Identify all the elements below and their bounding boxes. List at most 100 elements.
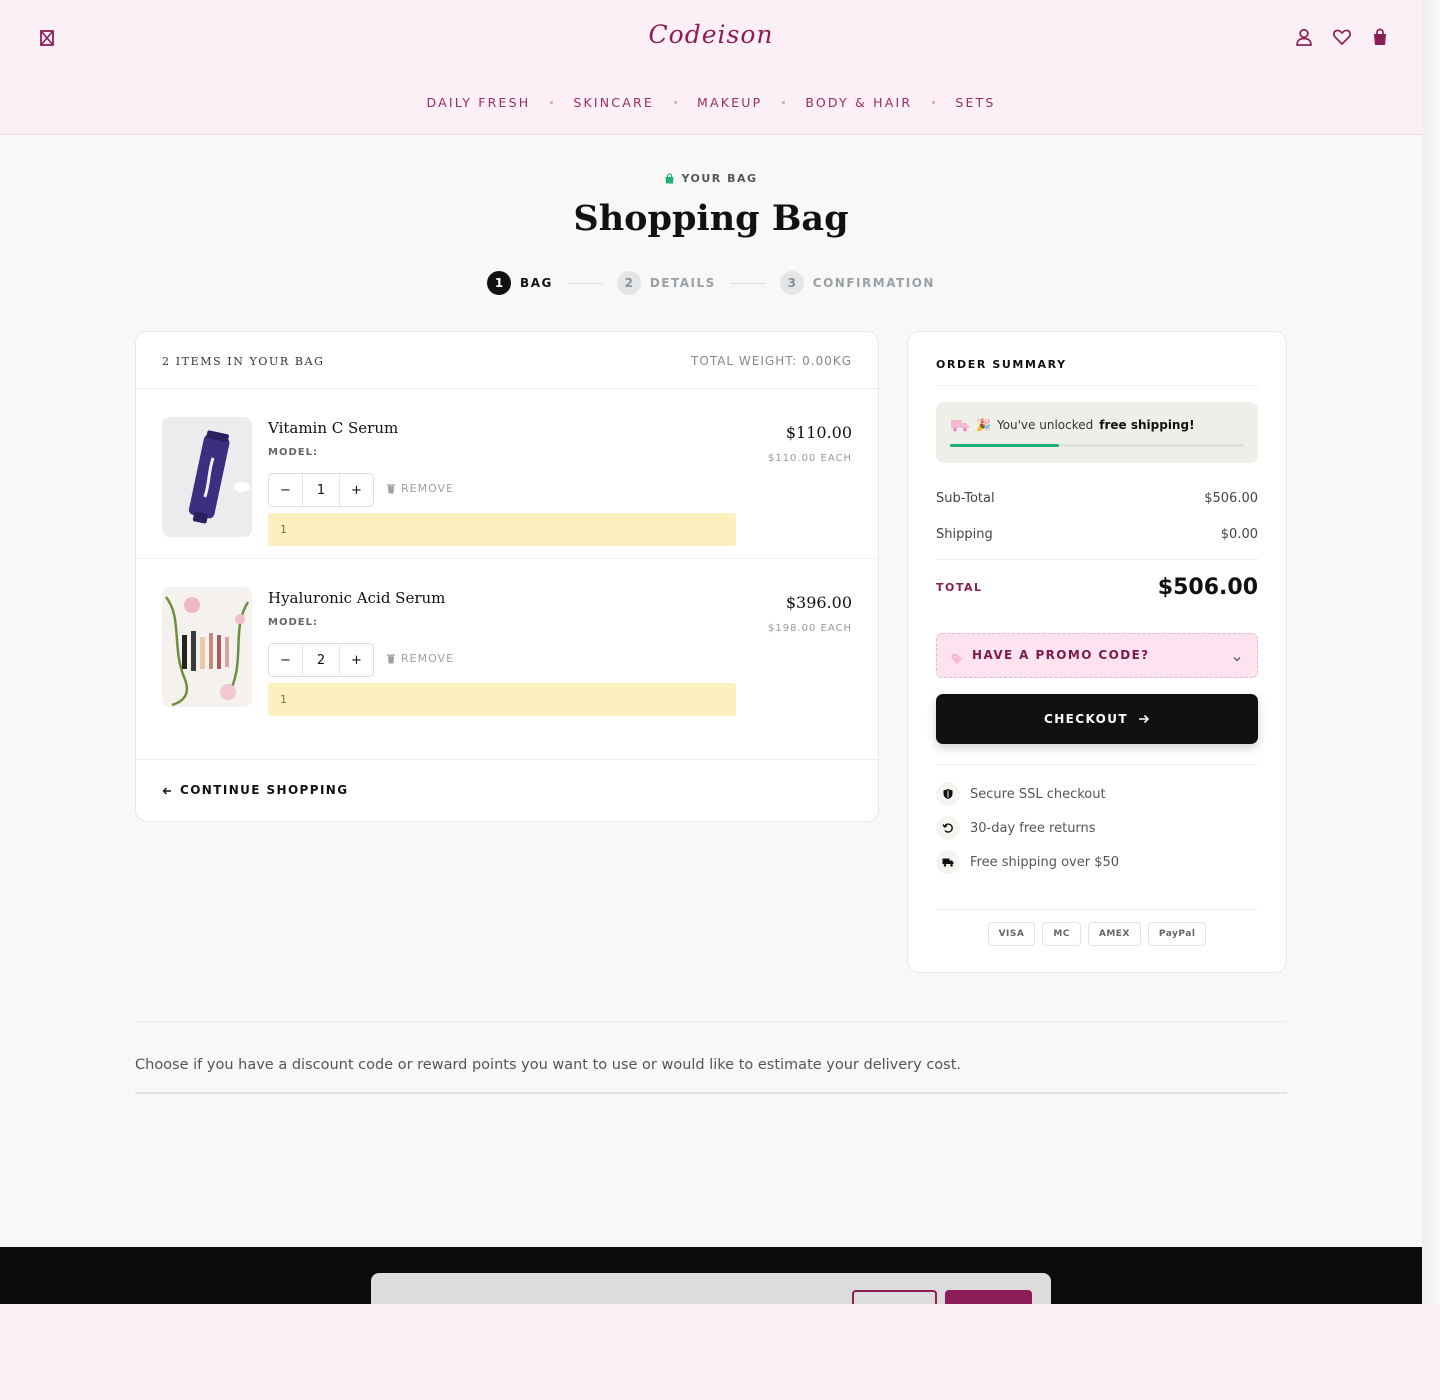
divider [936, 559, 1258, 560]
free-shipping-text: You've unlocked [996, 418, 1094, 432]
step-number: 2 [616, 271, 641, 295]
page-title: Shopping Bag [573, 198, 849, 239]
cart-item: Hyaluronic Acid Serum MODEL: − 2 + REMOV… [136, 559, 878, 729]
site-footer [0, 1247, 1422, 1304]
item-unit-price: $110.00 EACH [767, 453, 852, 464]
step-label: BAG [520, 276, 553, 290]
product-image-vitamin-c[interactable] [162, 417, 252, 537]
divider [936, 764, 1258, 765]
promo-label: HAVE A PROMO CODE? [972, 648, 1150, 662]
nav-skincare[interactable]: SKINCARE [573, 95, 654, 110]
wishlist-heart-icon[interactable] [1332, 27, 1352, 47]
bag-card: 2 ITEMS IN YOUR BAG TOTAL WEIGHT: 0.00KG… [135, 331, 879, 822]
payment-badge-mastercard: MC [1042, 922, 1081, 946]
bag-icon [664, 173, 675, 184]
checkout-button[interactable]: CHECKOUT [936, 694, 1258, 744]
shipping-progress-fill [950, 444, 1059, 447]
trash-icon [386, 653, 396, 664]
nav-body-hair[interactable]: BODY & HAIR [805, 95, 912, 110]
arrow-left-icon [162, 785, 172, 795]
quantity-stepper: − 2 + [268, 643, 374, 677]
nav-separator [673, 101, 677, 104]
trust-item: Secure SSL checkout [936, 782, 1106, 806]
subtotal-row: Sub-Total $506.00 [936, 491, 1258, 506]
trash-icon [386, 483, 396, 494]
truck-icon [950, 418, 970, 432]
product-name[interactable]: Vitamin C Serum [268, 419, 398, 437]
shipping-value: $0.00 [1220, 527, 1258, 542]
returns-icon [936, 816, 960, 840]
product-name[interactable]: Hyaluronic Acid Serum [268, 589, 445, 607]
bag-header: 2 ITEMS IN YOUR BAG TOTAL WEIGHT: 0.00KG [136, 332, 878, 389]
eyebrow-label: YOUR BAG [681, 172, 758, 185]
shopping-bag-icon[interactable] [1370, 27, 1390, 47]
step-details[interactable]: 2 DETAILS [616, 271, 716, 295]
subtotal-value: $506.00 [1204, 491, 1258, 506]
nav-separator [782, 101, 786, 104]
checkout-label: CHECKOUT [1044, 712, 1128, 726]
free-shipping-message: 🎉 You've unlocked free shipping! [950, 418, 1195, 432]
payment-badge-visa: VISA [987, 922, 1036, 946]
trust-item: Free shipping over $50 [936, 850, 1119, 874]
page: Codeison DAILY FRESH SKINCARE MAKEUP BOD… [0, 0, 1422, 1304]
divider [936, 909, 1258, 910]
nav-daily-fresh[interactable]: DAILY FRESH [426, 95, 530, 110]
step-label: CONFIRMATION [812, 276, 935, 290]
step-connector [566, 282, 603, 284]
promo-code-toggle[interactable]: HAVE A PROMO CODE? [936, 633, 1258, 678]
nav-makeup[interactable]: MAKEUP [697, 95, 762, 110]
continue-shopping-label: CONTINUE SHOPPING [180, 783, 349, 797]
free-shipping-emphasis: free shipping! [1099, 418, 1195, 432]
step-number: 3 [779, 271, 804, 295]
summary-title: ORDER SUMMARY [936, 358, 1067, 371]
discount-info-text: Choose if you have a discount code or re… [135, 1057, 962, 1073]
cookie-decline-button[interactable] [852, 1290, 937, 1304]
divider [936, 385, 1258, 386]
shipping-label: Shipping [936, 527, 993, 542]
remove-item-button[interactable]: REMOVE [386, 652, 454, 665]
step-confirmation[interactable]: 3 CONFIRMATION [779, 271, 935, 295]
item-total-price: $110.00 [785, 423, 852, 442]
nav-separator [932, 101, 936, 104]
divider [135, 1021, 1287, 1022]
payment-badge-amex: AMEX [1087, 922, 1141, 946]
account-icon[interactable] [1294, 27, 1314, 47]
step-label: DETAILS [649, 276, 716, 290]
quantity-stepper: − 1 + [268, 473, 374, 507]
remove-item-button[interactable]: REMOVE [386, 482, 454, 495]
continue-shopping-link[interactable]: CONTINUE SHOPPING [162, 783, 349, 797]
quantity-value[interactable]: 2 [302, 644, 340, 676]
tag-icon [951, 650, 963, 664]
payment-badge-paypal: PayPal [1147, 922, 1207, 946]
item-count: 2 ITEMS IN YOUR BAG [162, 355, 325, 368]
scrollbar-area[interactable] [1422, 0, 1440, 1304]
step-connector [729, 282, 766, 284]
item-note: 1 [268, 513, 736, 546]
bag-footer: CONTINUE SHOPPING [136, 759, 878, 821]
increase-qty-button[interactable]: + [340, 474, 373, 506]
total-label: TOTAL [936, 581, 983, 594]
product-model: MODEL: [268, 617, 318, 628]
header-actions [1294, 27, 1390, 47]
trust-text: Secure SSL checkout [970, 786, 1106, 802]
decrease-qty-button[interactable]: − [269, 644, 302, 676]
delivery-truck-icon [936, 850, 960, 874]
cart-item: Vitamin C Serum MODEL: − 1 + REMOVE 1 $1… [136, 389, 878, 559]
increase-qty-button[interactable]: + [340, 644, 373, 676]
quantity-value[interactable]: 1 [302, 474, 340, 506]
item-unit-price: $198.00 EACH [767, 623, 852, 634]
product-image-hyaluronic[interactable] [162, 587, 252, 707]
subtotal-label: Sub-Total [936, 491, 995, 506]
decrease-qty-button[interactable]: − [269, 474, 302, 506]
item-total-price: $396.00 [785, 593, 852, 612]
shipping-row: Shipping $0.00 [936, 527, 1258, 542]
cookie-accept-button[interactable] [945, 1290, 1032, 1304]
nav-sets[interactable]: SETS [955, 95, 995, 110]
brand-logo[interactable]: Codeison [0, 20, 1422, 49]
main-nav: DAILY FRESH SKINCARE MAKEUP BODY & HAIR … [0, 95, 1422, 110]
product-model: MODEL: [268, 447, 318, 458]
checkout-steps: 1 BAG 2 DETAILS 3 CONFIRMATION [0, 271, 1422, 295]
step-bag[interactable]: 1 BAG [487, 271, 553, 295]
total-value: $506.00 [1157, 575, 1258, 600]
remove-label: REMOVE [401, 482, 455, 495]
